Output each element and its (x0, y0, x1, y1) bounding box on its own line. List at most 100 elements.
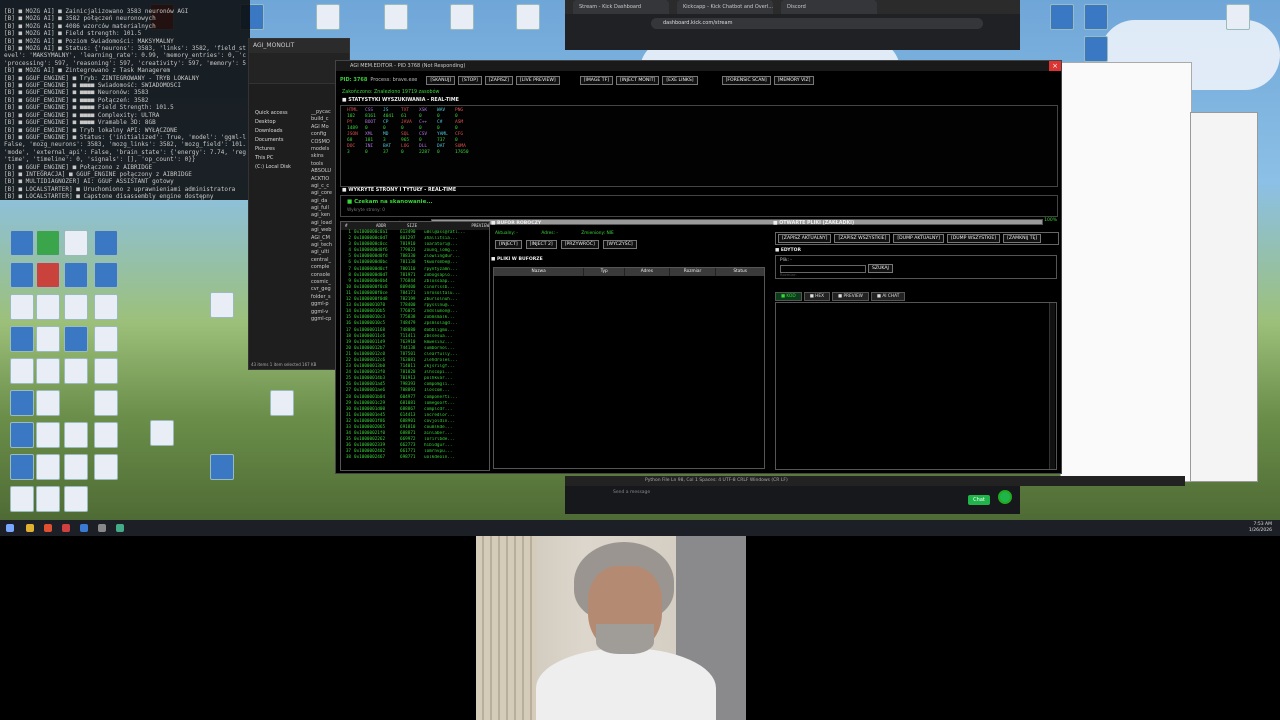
chat-input[interactable]: Send a message (613, 490, 650, 495)
explorer-sidebar-item[interactable]: (C:) Local Disk (249, 163, 309, 172)
forensic-scan-button[interactable]: [FORENSIC SCAN] (721, 75, 771, 85)
desktop-icon[interactable] (94, 230, 118, 256)
desktop-icon[interactable] (64, 294, 88, 320)
explorer-sidebar-item[interactable]: Pictures (249, 145, 309, 154)
settings-icon[interactable] (998, 490, 1012, 504)
desktop-icon[interactable] (210, 454, 234, 480)
desktop-icon[interactable] (10, 486, 34, 512)
explorer-sidebar-item[interactable]: Desktop (249, 118, 309, 127)
dump-current-button[interactable]: [DUMP AKTUALNY] (893, 234, 944, 243)
desktop-icon[interactable] (94, 326, 118, 352)
explorer-sidebar-item[interactable]: This PC (249, 154, 309, 163)
restore-button[interactable]: [PRZYWRÓĆ] (560, 240, 599, 249)
desktop-icon[interactable] (94, 390, 118, 416)
file-panel-window[interactable] (1190, 112, 1258, 482)
address-bar[interactable]: dashboard.kick.com/stream (651, 18, 983, 29)
code-viewer[interactable] (775, 302, 1057, 470)
desktop-icon[interactable] (36, 230, 60, 256)
app-taskbar-icon[interactable] (98, 524, 106, 532)
desktop-icon[interactable] (36, 390, 60, 416)
desktop-icon[interactable] (94, 294, 118, 320)
desktop-icon[interactable] (10, 294, 34, 320)
dump-all-button[interactable]: [DUMP WSZYSTKIE] (946, 234, 1001, 243)
desktop-icon[interactable] (36, 358, 60, 384)
desktop-icon[interactable] (36, 294, 60, 320)
app-taskbar-icon[interactable] (80, 524, 88, 532)
desktop-icon[interactable] (1226, 4, 1250, 30)
tab-preview[interactable]: ■ PREVIEW (832, 292, 869, 301)
app-taskbar-icon[interactable] (116, 524, 124, 532)
desktop-icon[interactable] (10, 454, 34, 480)
desktop-icon[interactable] (1084, 4, 1108, 30)
desktop-icon[interactable] (1084, 36, 1108, 62)
col-header[interactable]: Adres (625, 268, 670, 276)
desktop-icon[interactable] (64, 358, 88, 384)
desktop-icon[interactable] (36, 422, 60, 448)
clock[interactable]: 7:53 AM 1/26/2026 (1249, 522, 1272, 534)
explorer-sidebar-item[interactable]: Downloads (249, 127, 309, 136)
save-button[interactable]: [ZAPISZ] (484, 75, 513, 85)
desktop-icon[interactable] (64, 230, 88, 256)
close-tab-button[interactable]: [ZAMKNIJ TĘ] (1003, 234, 1042, 243)
brave-taskbar-icon[interactable] (44, 524, 52, 532)
start-icon[interactable] (6, 524, 14, 532)
desktop-icon[interactable] (64, 422, 88, 448)
desktop-icon[interactable] (10, 262, 34, 288)
tab-hex[interactable]: ■ HEX (803, 292, 831, 301)
explorer-sidebar-item[interactable]: Documents (249, 136, 309, 145)
desktop-icon[interactable] (64, 454, 88, 480)
live-preview-button[interactable]: [LIVE PREVIEW] (515, 75, 560, 85)
desktop-icon[interactable] (36, 326, 60, 352)
settings-window[interactable] (1060, 62, 1192, 482)
desktop-icon[interactable] (516, 4, 540, 30)
browser-window[interactable]: Stream - Kick Dashboard Kickcapp - Kick C… (565, 0, 1020, 50)
image-tf-button[interactable]: [IMAGE TF] (579, 75, 614, 85)
search-button[interactable]: SZUKAJ (868, 264, 893, 273)
desktop-icon[interactable] (1050, 4, 1074, 30)
save-all-button[interactable]: [ZAPISZ WSZYSTKIE] (834, 234, 891, 243)
desktop-icon[interactable] (94, 454, 118, 480)
browser-tab[interactable]: Kickcapp - Kick Chatbot and Overl... (677, 0, 773, 14)
buffer-files-table[interactable]: Nazwa Typ Adres Rozmiar Status (493, 267, 765, 469)
inject-2-button[interactable]: [INJECT 2] (525, 240, 557, 249)
browser-tab[interactable]: Stream - Kick Dashboard (573, 0, 669, 14)
col-header[interactable]: Rozmiar (670, 268, 717, 276)
desktop-icon[interactable] (10, 230, 34, 256)
chat-button[interactable]: Chat (968, 495, 990, 505)
tab-code[interactable]: ■ KOD (775, 292, 802, 301)
desktop-icon[interactable] (10, 358, 34, 384)
memory-editor-window[interactable]: AGI MEM.EDITOR - PID 3768 (Not Respondin… (335, 60, 1062, 474)
memory-table[interactable]: # ADDR SIZE PREVIEW 1 0x1000000c0a1 613490… (340, 221, 490, 471)
desktop-icon[interactable] (210, 292, 234, 318)
memory-viz-button[interactable]: [MEMORY VIZ] (773, 75, 815, 85)
table-row[interactable]: 38 0x1000002467 698771 uolkdeoin... (341, 455, 489, 461)
inject-monit-button[interactable]: [INJECT MONIT] (616, 75, 660, 85)
desktop-icon[interactable] (10, 422, 34, 448)
desktop-icon[interactable] (36, 262, 60, 288)
desktop-icon[interactable] (450, 4, 474, 30)
explorer-sidebar-item[interactable]: Quick access (249, 109, 309, 118)
desktop-icon[interactable] (36, 454, 60, 480)
inject-button[interactable]: [INJECT] (495, 240, 522, 249)
col-header[interactable]: Nazwa (494, 268, 585, 276)
clear-button[interactable]: [WYCZYŚĆ] (602, 240, 637, 249)
desktop-icon[interactable] (94, 358, 118, 384)
desktop-icon[interactable] (10, 390, 34, 416)
save-current-button[interactable]: [ZAPISZ AKTUALNY] (778, 234, 832, 243)
viewer-scrollbar[interactable] (1049, 303, 1055, 469)
desktop-icon[interactable] (64, 262, 88, 288)
app-taskbar-icon[interactable] (62, 524, 70, 532)
col-header[interactable]: Typ (584, 268, 626, 276)
tab-ai-chat[interactable]: ■ AI CHAT (870, 292, 906, 301)
desktop-icon[interactable] (150, 420, 174, 446)
desktop-icon[interactable] (94, 262, 118, 288)
explorer-taskbar-icon[interactable] (26, 524, 34, 532)
desktop-icon[interactable] (10, 326, 34, 352)
desktop-icon[interactable] (316, 4, 340, 30)
desktop-icon[interactable] (270, 390, 294, 416)
col-header[interactable]: Status (716, 268, 764, 276)
scan-button[interactable]: [SKANUJ] (426, 75, 456, 85)
desktop-icon[interactable] (64, 326, 88, 352)
desktop-icon[interactable] (384, 4, 408, 30)
close-icon[interactable]: × (1049, 61, 1061, 71)
